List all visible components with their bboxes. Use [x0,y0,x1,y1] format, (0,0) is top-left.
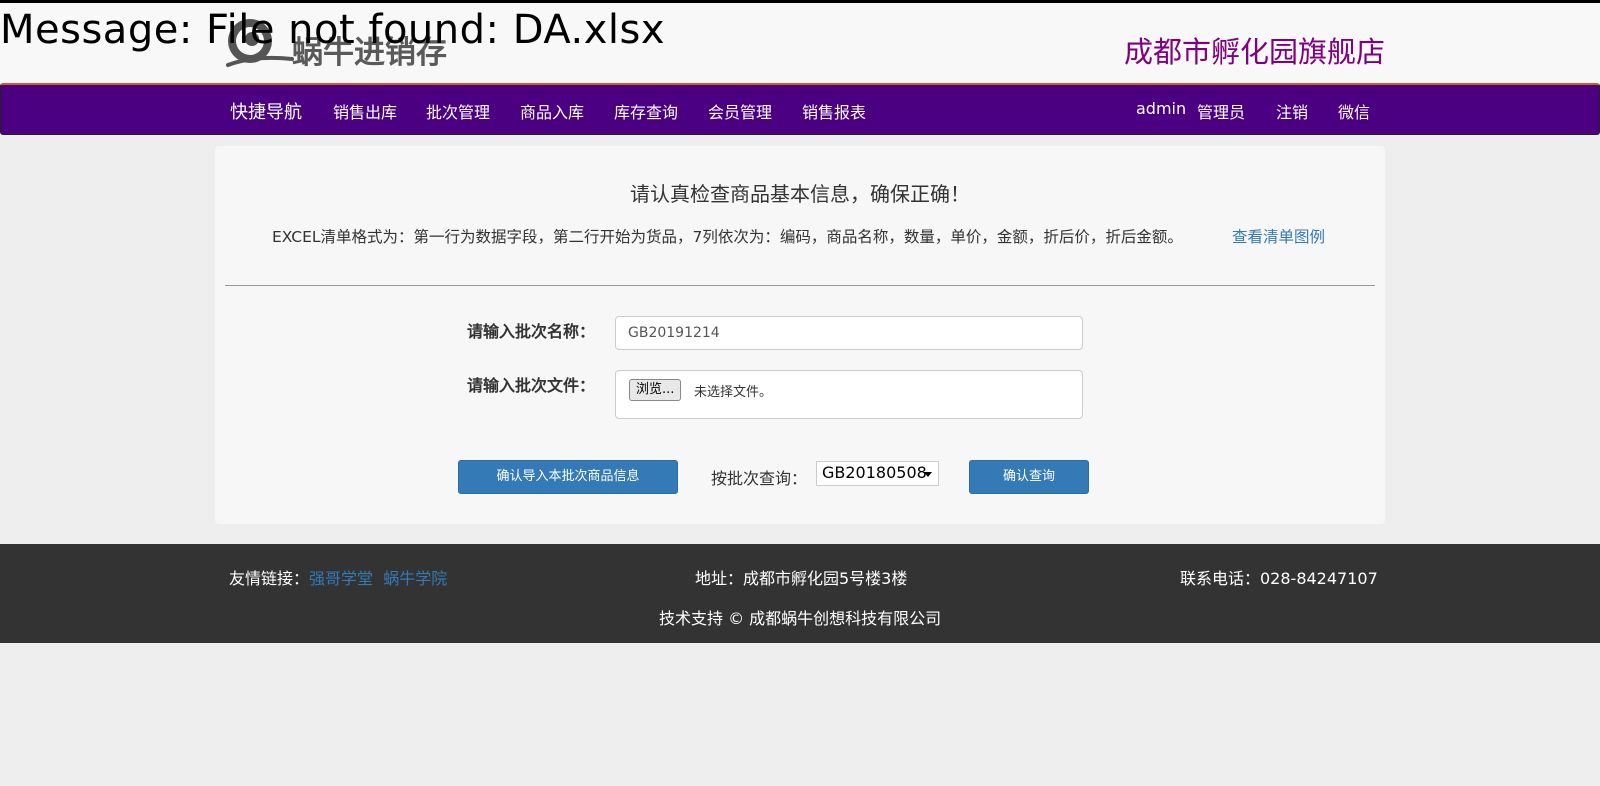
nav-brand[interactable]: 快捷导航 [230,98,302,124]
nav-item-goods-in[interactable]: 商品入库 [520,99,584,123]
error-message: Message: File not found: DA.xlsx [0,7,665,53]
browse-button[interactable]: 浏览... [629,379,682,401]
import-batch-button[interactable]: 确认导入本批次商品信息 [458,460,678,494]
footer-phone: 联系电话：028-84247107 [1180,569,1378,588]
footer-links-label: 友情链接： [229,569,310,588]
nav-item-stock-query[interactable]: 库存查询 [614,99,678,123]
import-panel: 请认真检查商品基本信息，确保正确！ EXCEL清单格式为：第一行为数据字段，第二… [215,146,1385,524]
footer: 友情链接：强哥学堂 蜗牛学院 地址：成都市孵化园5号楼3楼 联系电话：028-8… [0,544,1600,643]
footer-link-qiangge[interactable]: 强哥学堂 [309,569,373,588]
batch-select-value: GB20180508 [822,463,927,482]
footer-links: 友情链接：强哥学堂 蜗牛学院 [229,565,447,589]
nav-wechat[interactable]: 微信 [1338,99,1370,123]
nav-user[interactable]: admin [1136,99,1186,118]
batch-name-input[interactable] [615,316,1083,350]
nav-item-sales-report[interactable]: 销售报表 [802,99,866,123]
nav-item-batch-manage[interactable]: 批次管理 [426,99,490,123]
batch-select[interactable]: GB20180508 [816,461,939,486]
divider [225,285,1375,286]
nav-logout[interactable]: 注销 [1276,99,1308,123]
notice-title: 请认真检查商品基本信息，确保正确！ [630,182,970,206]
batch-file-label: 请输入批次文件： [467,376,596,395]
notice-description: EXCEL清单格式为：第一行为数据字段，第二行开始为货品，7列依次为：编码，商品… [272,228,1183,246]
batch-file-input[interactable]: 浏览... 未选择文件。 [615,370,1083,419]
query-label: 按批次查询： [711,469,808,488]
nav-item-sales-out[interactable]: 销售出库 [333,99,397,123]
file-status: 未选择文件。 [694,385,773,400]
main-navbar: 快捷导航 销售出库 批次管理 商品入库 库存查询 会员管理 销售报表 admin… [0,83,1600,135]
query-button[interactable]: 确认查询 [969,460,1089,494]
header: 蜗牛进销存 Message: File not found: DA.xlsx 成… [0,0,1600,83]
footer-support: 技术支持 © 成都蜗牛创想科技有限公司 [659,609,942,628]
chevron-down-icon [924,472,932,477]
batch-name-label: 请输入批次名称： [467,322,596,341]
example-link[interactable]: 查看清单图例 [1232,225,1325,247]
nav-item-member-manage[interactable]: 会员管理 [708,99,772,123]
footer-link-woniu[interactable]: 蜗牛学院 [383,569,447,588]
nav-role[interactable]: 管理员 [1197,99,1245,123]
store-name: 成都市孵化园旗舰店 [1123,35,1385,69]
footer-address: 地址：成都市孵化园5号楼3楼 [695,569,908,588]
